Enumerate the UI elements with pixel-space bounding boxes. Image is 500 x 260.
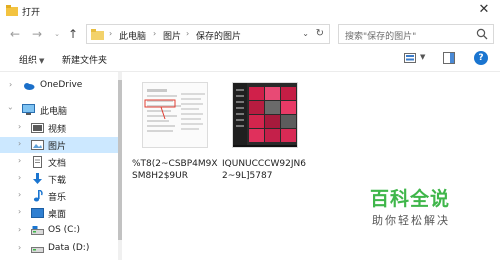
sidebar-item-label: 图片 [48, 142, 67, 152]
search-input[interactable]: 搜索"保存的图片" [338, 24, 494, 44]
breadcrumb-saved-pictures[interactable]: 保存的图片 [196, 29, 241, 42]
sidebar-item-label: OneDrive [40, 80, 83, 90]
download-icon [33, 173, 42, 184]
breadcrumb-this-pc[interactable]: 此电脑 [119, 29, 146, 42]
help-icon[interactable]: ? [474, 51, 488, 65]
sidebar-item-documents[interactable]: › 文档 [0, 154, 118, 170]
sidebar-item-label: 音乐 [48, 193, 67, 203]
navigation-pane-scrollbar[interactable] [118, 72, 122, 260]
sidebar-item-onedrive[interactable]: › OneDrive [0, 78, 118, 94]
search-icon[interactable] [476, 28, 488, 40]
music-icon [33, 190, 43, 202]
drive-icon [31, 226, 44, 235]
file-name: %T8(2~CSBP4M9XSM8H2$9UR [132, 159, 218, 181]
watermark-title: 百科全说 [370, 188, 451, 210]
sidebar-item-drive-c[interactable]: › OS (C:) [0, 223, 118, 239]
refresh-icon[interactable]: ↻ [316, 28, 324, 39]
window-title: 打开 [22, 8, 41, 18]
back-arrow-icon[interactable]: ← [8, 26, 22, 42]
breadcrumb-separator-icon: › [186, 29, 190, 38]
expand-chevron-icon[interactable]: › [18, 173, 21, 182]
breadcrumb-pictures[interactable]: 图片 [163, 29, 181, 42]
up-arrow-icon[interactable]: ↑ [66, 26, 80, 42]
screenshot-thumbnail-image [143, 83, 207, 147]
organize-button[interactable]: 组织 ▼ [19, 53, 44, 66]
start-menu-thumbnail-image [233, 83, 297, 147]
documents-icon [33, 156, 42, 168]
expand-chevron-icon[interactable]: › [9, 80, 12, 89]
scrollbar-thumb[interactable] [118, 80, 122, 240]
video-icon [31, 123, 44, 133]
app-folder-icon [6, 5, 18, 16]
drive-icon [31, 247, 44, 253]
expand-chevron-icon[interactable]: › [18, 190, 21, 199]
watermark-subtitle: 助你轻松解决 [372, 214, 450, 227]
sidebar-item-pictures[interactable]: › 图片 [0, 137, 118, 153]
close-icon[interactable]: ✕ [476, 2, 492, 18]
sidebar-item-label: 此电脑 [40, 107, 68, 117]
expand-chevron-icon[interactable]: › [18, 156, 21, 165]
sidebar-item-desktop[interactable]: › 桌面 [0, 205, 118, 221]
desktop-icon [31, 208, 44, 218]
sidebar-item-this-pc[interactable]: › 此电脑 [0, 102, 118, 118]
expand-chevron-icon[interactable]: › [18, 207, 21, 216]
file-list: %T8(2~CSBP4M9XSM8H2$9UR IQUNUCCCW92JN62~… [124, 72, 500, 260]
file-thumbnail[interactable] [142, 82, 208, 148]
navigation-bar: ← → ⌄ ↑ › 此电脑 › 图片 › 保存的图片 ⌄ ↻ 搜索"保存的图片" [0, 22, 500, 46]
sidebar-item-label: 视频 [48, 125, 67, 135]
new-folder-button[interactable]: 新建文件夹 [62, 53, 107, 66]
view-dropdown-icon[interactable]: ▼ [420, 53, 425, 61]
breadcrumb-separator-icon: › [153, 29, 157, 38]
view-options-icon[interactable] [404, 53, 416, 63]
cloud-icon [24, 83, 35, 90]
address-bar[interactable]: › 此电脑 › 图片 › 保存的图片 ⌄ ↻ [86, 24, 330, 44]
file-thumbnail[interactable] [232, 82, 298, 148]
sidebar-item-label: OS (C:) [48, 225, 80, 235]
expand-chevron-icon[interactable]: › [18, 139, 21, 148]
sidebar-item-label: 桌面 [48, 210, 67, 220]
collapse-chevron-icon[interactable]: › [6, 107, 15, 110]
folder-icon [91, 29, 104, 40]
forward-arrow-icon[interactable]: → [30, 26, 44, 42]
preview-pane-icon[interactable] [443, 52, 455, 64]
computer-icon [22, 104, 35, 115]
title-bar: 打开 ✕ [0, 0, 500, 22]
sidebar-item-videos[interactable]: › 视频 [0, 120, 118, 136]
sidebar-item-downloads[interactable]: › 下载 [0, 171, 118, 187]
search-placeholder: 搜索"保存的图片" [345, 32, 417, 42]
address-dropdown-icon[interactable]: ⌄ [302, 29, 309, 38]
expand-chevron-icon[interactable]: › [18, 225, 21, 234]
sidebar-item-music[interactable]: › 音乐 [0, 188, 118, 204]
file-name: IQUNUCCCW92JN62~9L]5787 [222, 159, 306, 181]
breadcrumb-separator-icon: › [109, 29, 113, 38]
pictures-icon [31, 140, 44, 150]
expand-chevron-icon[interactable]: › [18, 243, 21, 252]
organize-dropdown-icon: ▼ [39, 57, 45, 65]
sidebar-item-label: Data (D:) [48, 243, 90, 253]
expand-chevron-icon[interactable]: › [18, 122, 21, 131]
sidebar-item-label: 文档 [48, 159, 67, 169]
recent-locations-chevron-icon[interactable]: ⌄ [50, 26, 64, 42]
navigation-pane: › OneDrive › 此电脑 › 视频 › 图片 › 文档 › 下载 › 音… [0, 72, 122, 260]
sidebar-item-drive-d[interactable]: › Data (D:) [0, 241, 118, 257]
command-bar: 组织 ▼ 新建文件夹 ▼ ? [0, 46, 500, 72]
organize-label: 组织 [19, 56, 38, 66]
sidebar-item-label: 下载 [48, 176, 67, 186]
